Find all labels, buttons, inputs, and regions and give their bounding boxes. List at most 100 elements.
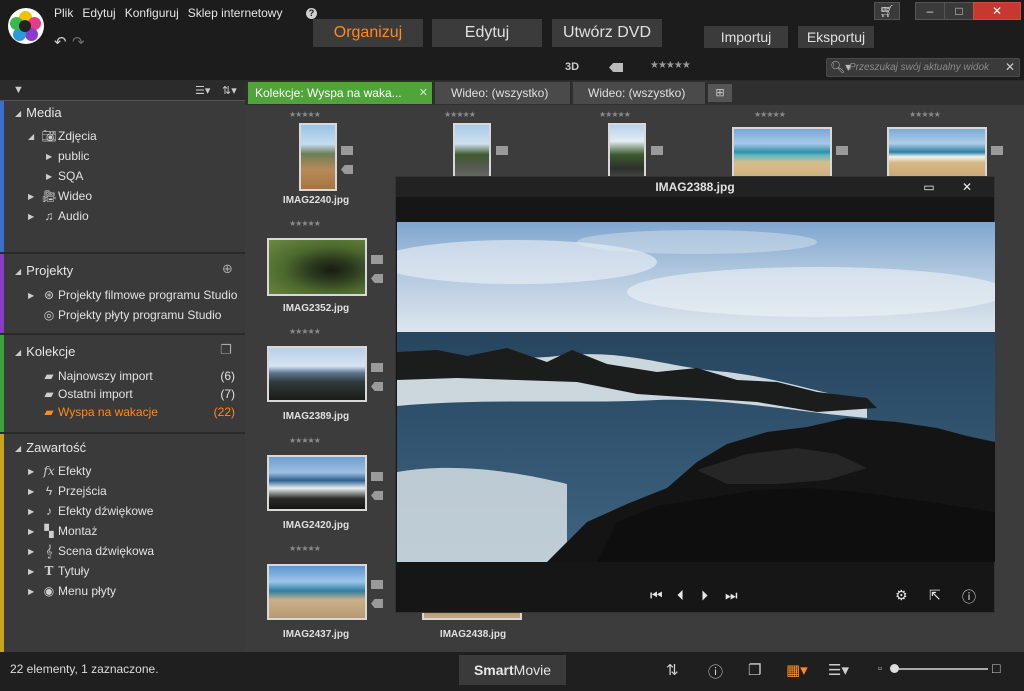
media-tile[interactable]: ★★★★★ IMAG2240.jpg <box>267 110 387 218</box>
expand-icon[interactable]: ▶ <box>28 192 40 201</box>
sidebar-item-montage[interactable]: ▶ ▚ Montaż <box>28 524 97 538</box>
tag-icon[interactable] <box>371 599 383 608</box>
search-box[interactable]: 🔍︎▾ Przeszukaj swój aktualny widok ✕ <box>826 58 1020 77</box>
collapse-icon[interactable]: ◢ <box>15 444 21 453</box>
folder-icon[interactable] <box>496 146 508 155</box>
smartmovie-button[interactable]: SmartMovie <box>459 655 566 685</box>
tab-edit[interactable]: Edytuj <box>432 19 542 47</box>
thumbnail-image[interactable] <box>608 123 646 181</box>
sidebar-item-transitions[interactable]: ▶ ϟ Przejścia <box>28 484 107 498</box>
menu-item-online-store[interactable]: Sklep internetowy <box>188 6 283 20</box>
folder-icon[interactable] <box>341 146 353 155</box>
media-tile[interactable]: ★★★★★ IMAG2420.jpg <box>267 436 387 544</box>
thumbnail-image[interactable] <box>267 346 367 402</box>
expand-icon[interactable]: ▶ <box>28 507 40 516</box>
sync-icon[interactable]: ⇅ <box>666 661 679 679</box>
list-view-icon[interactable]: ☰▾ <box>828 661 849 679</box>
sidebar-item-public[interactable]: ▶ public <box>46 149 89 163</box>
section-header-collections[interactable]: ◢ Kolekcje <box>15 344 75 359</box>
sidebar-item-audio[interactable]: ▶ ♫ Audio <box>28 209 89 223</box>
expand-icon[interactable]: ▶ <box>46 152 58 161</box>
collapse-icon[interactable]: ◢ <box>15 109 21 118</box>
add-location-icon[interactable]: ▼ <box>13 84 24 96</box>
rating-filter[interactable]: ★★★★★ <box>650 60 691 71</box>
rating-stars[interactable]: ★★★★★ <box>444 110 476 119</box>
tab-video-all-1[interactable]: Wideo: (wszystko) <box>435 82 571 104</box>
redo-icon[interactable]: ↷ <box>72 33 85 51</box>
collapse-icon[interactable]: ◢ <box>28 132 40 141</box>
thumbnail-small-icon[interactable]: ▫ <box>878 663 882 675</box>
menu-item-configure[interactable]: Konfiguruj <box>125 6 179 20</box>
rating-stars[interactable]: ★★★★★ <box>909 110 941 119</box>
media-tile[interactable]: ★★★★★ IMAG2389.jpg <box>267 327 387 435</box>
tag-icon[interactable] <box>341 165 353 174</box>
media-tile[interactable]: ★★★★★ IMAG2352.jpg <box>267 219 387 327</box>
tab-collection-island[interactable]: Kolekcje: Wyspa na waka... ✕ <box>248 82 433 104</box>
expand-icon[interactable]: ▶ <box>28 487 40 496</box>
new-tab-icon[interactable]: ⊞ <box>708 84 732 102</box>
thumbnail-image[interactable] <box>299 123 337 191</box>
expand-icon[interactable]: ▶ <box>28 527 40 536</box>
folder-icon[interactable] <box>371 363 383 372</box>
folder-icon[interactable] <box>371 255 383 264</box>
rating-stars[interactable]: ★★★★★ <box>289 327 321 336</box>
slider-knob[interactable] <box>890 664 899 673</box>
stack-icon[interactable]: ❐ <box>748 661 761 679</box>
sidebar-item-disc-menus[interactable]: ▶ ◉ Menu płyty <box>28 584 116 598</box>
close-preview-button[interactable]: ✕ <box>954 179 980 195</box>
expand-icon[interactable]: ▶ <box>28 547 40 556</box>
thumbnail-size-slider[interactable] <box>894 668 988 670</box>
rating-stars[interactable]: ★★★★★ <box>289 436 321 445</box>
rating-stars[interactable]: ★★★★★ <box>599 110 631 119</box>
fullscreen-icon[interactable]: ⇱ <box>929 587 941 604</box>
stereo-3d-filter[interactable]: 3D <box>565 61 579 73</box>
rating-stars[interactable]: ★★★★★ <box>289 544 321 553</box>
rating-stars[interactable]: ★★★★★ <box>289 110 321 119</box>
section-header-media[interactable]: ◢ Media <box>15 105 62 120</box>
sidebar-item-disc-projects[interactable]: ◎ Projekty płyty programu Studio <box>28 308 222 322</box>
tab-organize[interactable]: Organizuj <box>313 19 423 47</box>
tab-create-dvd[interactable]: Utwórz DVD <box>552 19 662 47</box>
sidebar-item-titles[interactable]: ▶ T Tytuły <box>28 564 89 578</box>
rating-stars[interactable]: ★★★★★ <box>289 219 321 228</box>
menu-item-edit[interactable]: Edytuj <box>82 6 115 20</box>
collapse-icon[interactable]: ◢ <box>15 267 21 276</box>
menu-item-file[interactable]: Plik <box>54 6 73 20</box>
sidebar-item-soundscape[interactable]: ▶ 𝄞 Scena dźwiękowa <box>28 544 154 559</box>
skip-to-end-icon[interactable]: ⏭ <box>725 587 738 604</box>
folder-icon[interactable] <box>836 146 848 155</box>
folder-icon[interactable] <box>991 146 1003 155</box>
collapse-icon[interactable]: ◢ <box>15 348 21 357</box>
info-icon[interactable]: ⓘ <box>962 587 976 607</box>
skip-to-start-icon[interactable]: ⏮ <box>650 587 663 604</box>
sidebar-item-sound-effects[interactable]: ▶ ♪ Efekty dźwiękowe <box>28 504 153 518</box>
media-tile[interactable]: ★★★★★ IMAG2437.jpg <box>267 544 387 652</box>
import-button[interactable]: Importuj <box>704 26 788 48</box>
search-input[interactable]: Przeszukaj swój aktualny widok <box>849 62 999 73</box>
folder-icon[interactable] <box>651 146 663 155</box>
sidebar-item-photos[interactable]: ◢ 📷︎Zdjęcia <box>28 129 97 143</box>
tab-video-all-2[interactable]: Wideo: (wszystko) <box>573 82 706 104</box>
new-collection-icon[interactable]: ❐ <box>220 342 232 358</box>
thumbnail-image[interactable] <box>267 564 367 620</box>
expand-icon[interactable]: ▶ <box>28 467 40 476</box>
section-header-content[interactable]: ◢ Zawartość <box>15 440 86 455</box>
maximize-button[interactable]: □ <box>944 2 974 20</box>
step-back-icon[interactable]: ⏴ <box>677 587 684 604</box>
cart-icon[interactable]: 🛒︎ <box>874 2 900 20</box>
export-button[interactable]: Eksportuj <box>798 26 874 48</box>
undo-icon[interactable]: ↶ <box>54 33 67 51</box>
tag-icon[interactable] <box>371 274 383 283</box>
list-view-icon[interactable]: ☰▾ <box>195 84 210 97</box>
expand-icon[interactable]: ▶ <box>28 587 40 596</box>
folder-icon[interactable] <box>371 580 383 589</box>
sidebar-item-sqa[interactable]: ▶ SQA <box>46 169 83 183</box>
sidebar-item-island-vacation[interactable]: ▰ Wyspa na wakacje <box>28 405 158 419</box>
close-button[interactable]: ✕ <box>973 2 1021 20</box>
step-forward-icon[interactable]: ⏵ <box>701 587 708 604</box>
expand-icon[interactable]: ▶ <box>28 212 40 221</box>
new-project-icon[interactable]: ⊕ <box>222 261 233 277</box>
rating-stars[interactable]: ★★★★★ <box>754 110 786 119</box>
thumbnail-image[interactable] <box>267 238 367 296</box>
thumbnail-image[interactable] <box>267 455 367 511</box>
